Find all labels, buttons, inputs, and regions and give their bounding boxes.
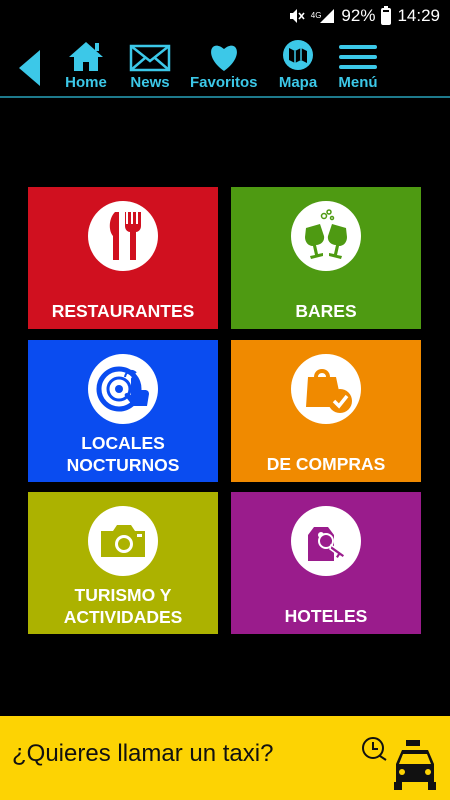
nav-menu-label: Menú [338,74,378,91]
tile-bares[interactable]: BARES [231,187,421,329]
battery-icon [381,5,392,25]
tile-label: HOTELES [284,606,368,626]
hamburger-icon [336,38,380,72]
taxi-icon [362,737,436,790]
nav-mapa-button[interactable]: Mapa [276,38,320,96]
tile-locales-nocturnos[interactable]: LOCALES NOCTURNOS [28,340,218,482]
status-bar: 4G 92% 14:29 [0,0,450,32]
camera-icon [88,506,158,576]
tile-label: BARES [295,301,357,321]
mute-icon [287,7,305,25]
nav-favoritos-button[interactable]: Favoritos [190,38,258,96]
battery-percent: 92% [341,6,376,25]
tile-label: LOCALES NOCTURNOS [66,433,180,475]
top-nav-bar: Home News Favoritos Mapa Menú [0,32,450,98]
nav-home-button[interactable]: Home [64,38,108,96]
map-icon [276,38,320,72]
nav-mapa-label: Mapa [278,74,318,91]
shopping-bag-icon [291,354,361,424]
nav-home-label: Home [65,74,107,91]
nav-news-button[interactable]: News [128,38,172,96]
home-icon [64,38,108,72]
tile-restaurantes[interactable]: RESTAURANTES [28,187,218,329]
envelope-icon [128,38,172,72]
call-taxi-text: ¿Quieres llamar un taxi? [12,740,274,767]
fork-knife-icon [88,201,158,271]
signal-icon: 4G [311,8,336,24]
wine-glasses-icon [291,201,361,271]
nav-favoritos-label: Favoritos [190,74,258,91]
clock: 14:29 [397,6,440,25]
tile-de-compras[interactable]: DE COMPRAS [231,340,421,482]
tile-hoteles[interactable]: HOTELES [231,492,421,634]
heart-icon [202,38,246,72]
call-taxi-bar[interactable]: ¿Quieres llamar un taxi? [0,716,450,800]
tile-label: RESTAURANTES [51,301,195,321]
tile-turismo-actividades[interactable]: TURISMO Y ACTIVIDADES [28,492,218,634]
vinyl-record-icon [88,354,158,424]
tile-label: TURISMO Y ACTIVIDADES [63,585,183,627]
tile-label: DE COMPRAS [266,454,386,474]
nav-news-label: News [130,74,170,91]
hotel-key-icon [291,506,361,576]
back-arrow-icon[interactable] [16,48,42,88]
nav-menu-button[interactable]: Menú [336,38,380,96]
